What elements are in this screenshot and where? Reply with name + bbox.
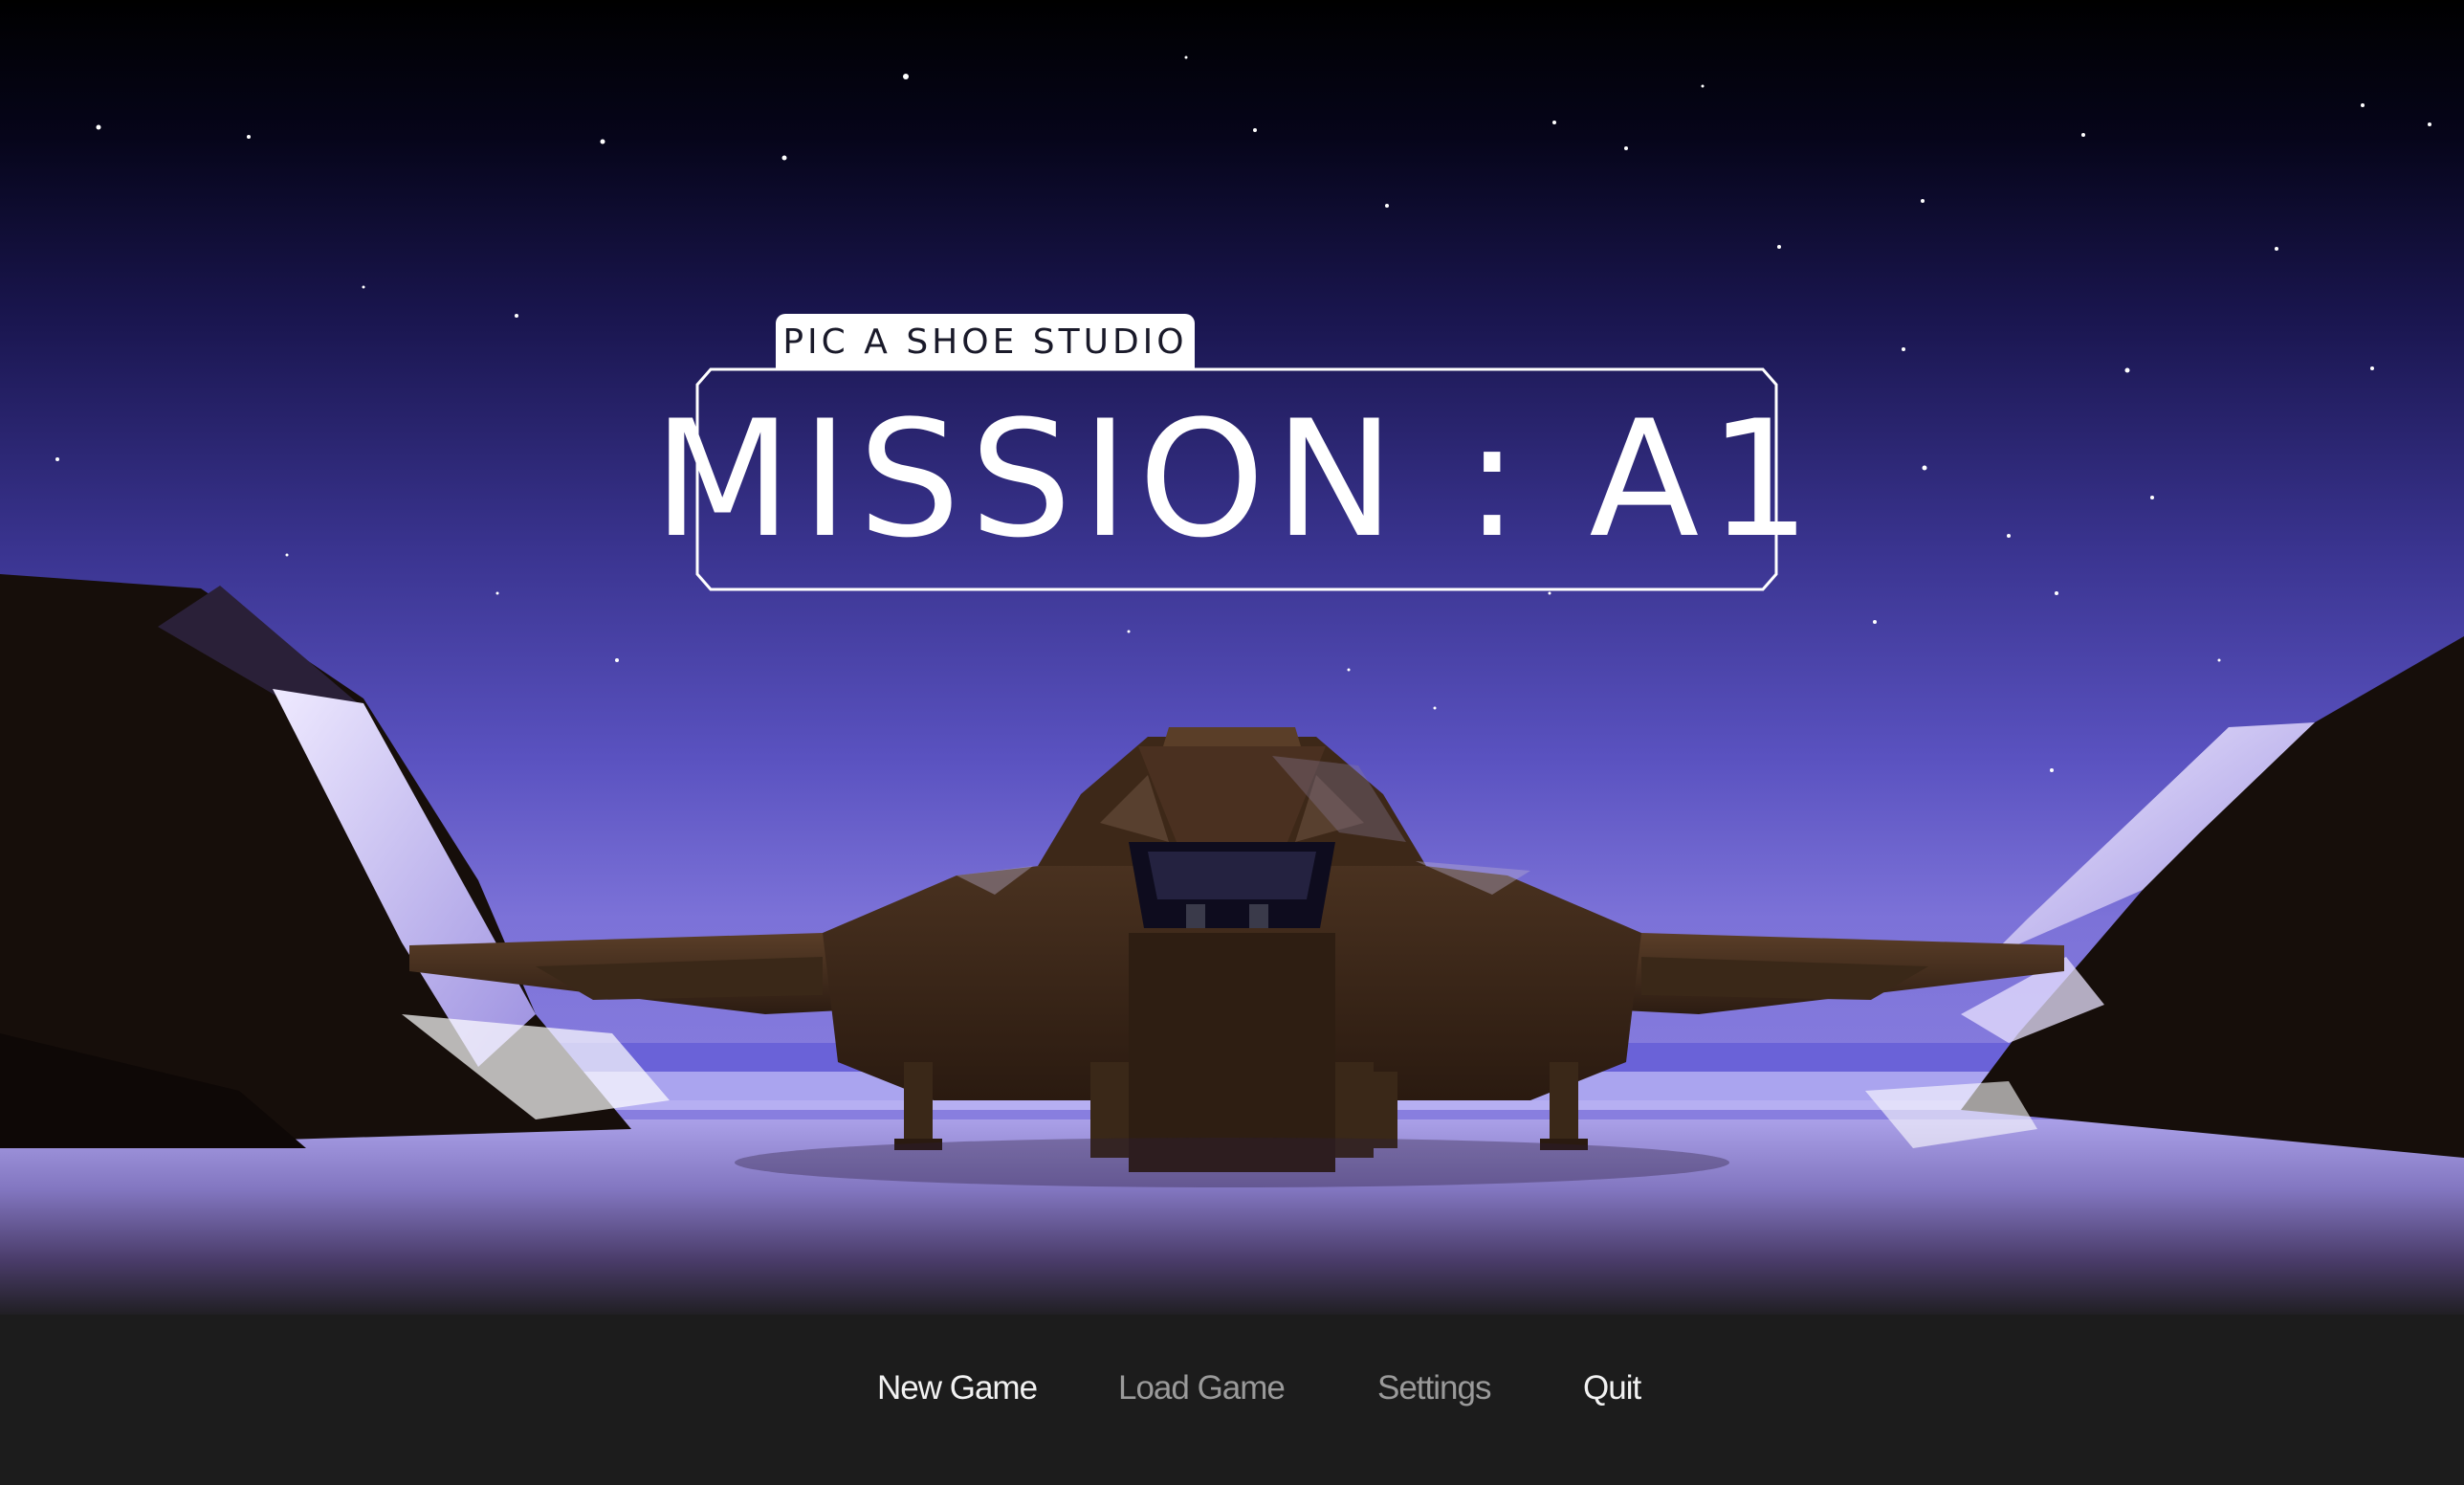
load-game-button[interactable]: Load Game xyxy=(1118,1363,1286,1414)
studio-name: PIC A SHOE STUDIO xyxy=(782,321,1188,362)
studio-name-tab: PIC A SHOE STUDIO xyxy=(776,314,1195,369)
game-title-frame: MISSION : A1 xyxy=(652,367,1821,591)
settings-button[interactable]: Settings xyxy=(1377,1363,1491,1414)
quit-button[interactable]: Quit xyxy=(1583,1363,1641,1414)
game-title: MISSION : A1 xyxy=(652,386,1821,573)
new-game-button[interactable]: New Game xyxy=(877,1363,1038,1414)
game-scene-background xyxy=(0,0,2464,1320)
